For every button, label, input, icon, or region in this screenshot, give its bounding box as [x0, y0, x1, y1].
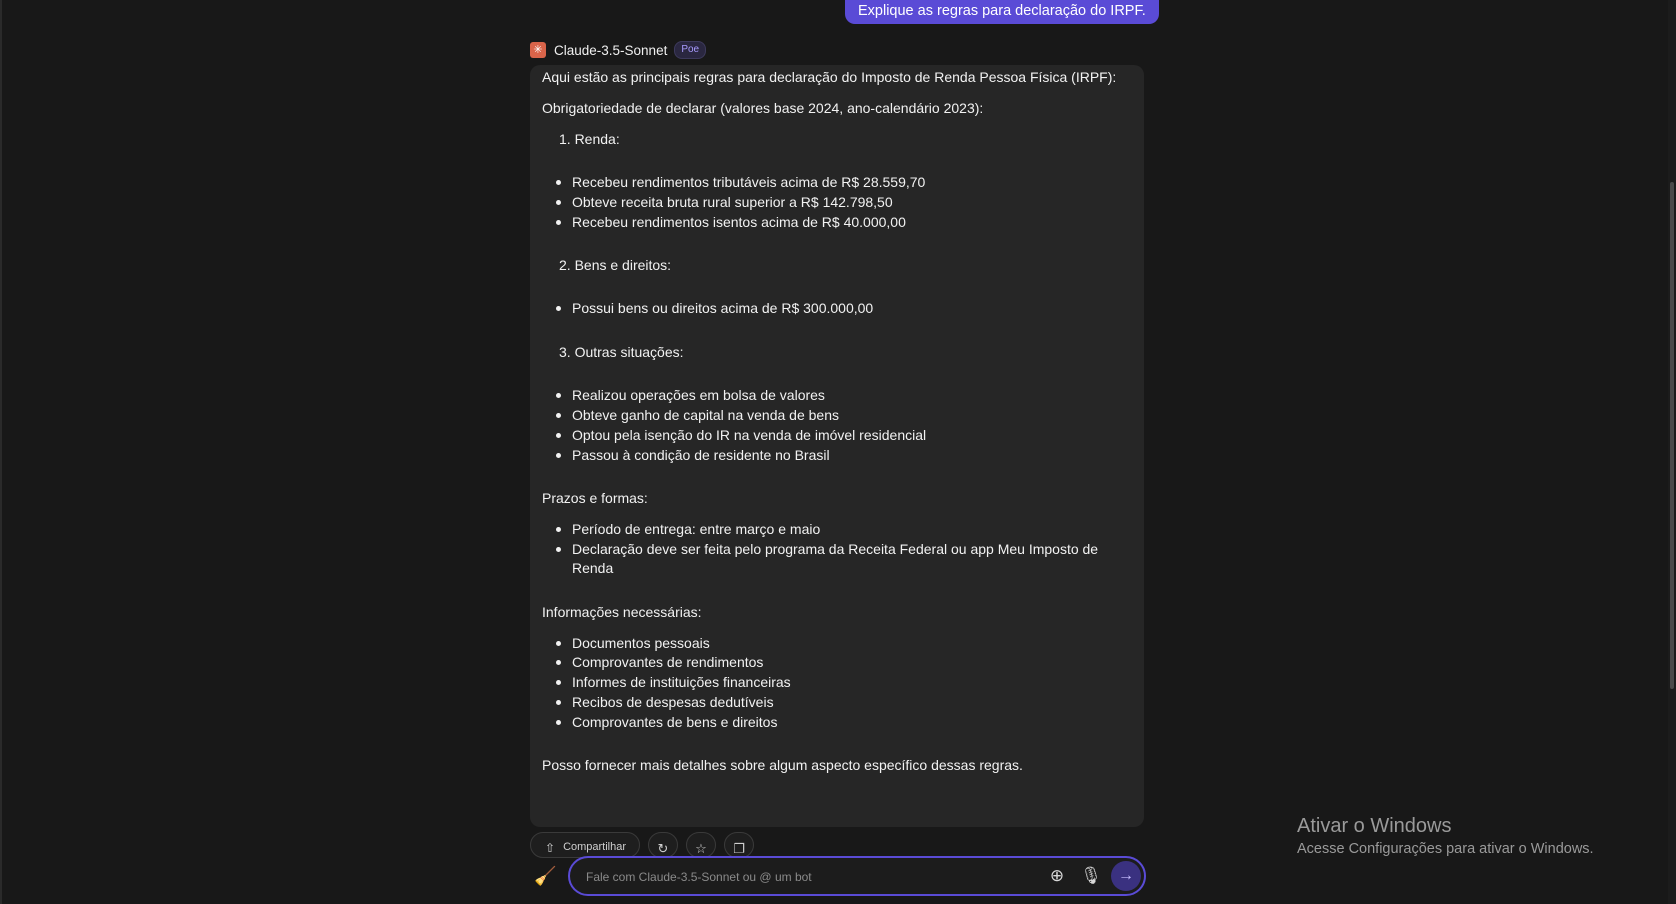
section-heading: 2. Bens e direitos:	[559, 257, 672, 273]
section-heading: 3. Outras situações:	[559, 344, 684, 360]
list-item: Obteve ganho de capital na venda de bens	[556, 407, 839, 423]
copy-icon: ❐	[733, 841, 745, 856]
chat-app: Explique as regras para declaração do IR…	[0, 0, 1676, 904]
clear-context-icon[interactable]: 🧹	[534, 865, 556, 887]
user-message-bubble: Explique as regras para declaração do IR…	[845, 0, 1159, 24]
share-icon: ⇧	[545, 841, 556, 855]
bot-avatar-icon[interactable]: ✳	[530, 42, 546, 58]
message-input[interactable]	[584, 866, 1028, 888]
microphone-icon[interactable]: 🎙	[1080, 865, 1102, 887]
message-composer: ⊕ 🎙 →	[568, 856, 1146, 896]
obrigatoriedade-heading: Obrigatoriedade de declarar (valores bas…	[542, 100, 984, 116]
list-item: Declaração deve ser feita pelo programa …	[555, 541, 1099, 557]
section-heading: 1. Renda:	[559, 131, 620, 147]
scrollbar-thumb[interactable]	[1670, 182, 1674, 689]
add-attachment-icon[interactable]: ⊕	[1046, 865, 1068, 887]
list-item: Recibos de despesas dedutíveis	[556, 694, 774, 710]
share-label: Compartilhar	[563, 841, 627, 853]
list-item: Obteve receita bruta rural superior a R$…	[556, 194, 893, 210]
list-item: Informes de instituições financeiras	[556, 674, 791, 690]
like-button[interactable]: ☆	[686, 832, 716, 858]
retry-button[interactable]: ↻	[648, 832, 678, 858]
share-button[interactable]: ⇧ Compartilhar	[530, 832, 640, 858]
list-item: Realizou operações em bolsa de valores	[556, 387, 825, 403]
copy-button[interactable]: ❐	[724, 832, 754, 858]
info-heading: Informações necessárias:	[542, 604, 702, 620]
prazos-heading: Prazos e formas:	[542, 490, 648, 506]
list-item: Documentos pessoais	[556, 635, 710, 651]
bot-header: ✳ Claude-3.5-Sonnet Poe	[530, 40, 707, 60]
list-item: Passou à condição de residente no Brasil	[556, 447, 830, 463]
list-item: Período de entrega: entre março e maio	[555, 521, 821, 537]
refresh-icon: ↻	[657, 841, 669, 856]
left-divider	[0, 0, 2, 904]
list-item: Comprovantes de bens e direitos	[555, 714, 778, 730]
list-item: Comprovantes de rendimentos	[555, 654, 764, 670]
thumbs-up-icon: ☆	[695, 841, 707, 856]
bot-response-bubble: Aqui estão as principais regras para dec…	[530, 65, 1144, 827]
list-item: Optou pela isenção do IR na venda de imó…	[555, 427, 927, 443]
list-item: Recebeu rendimentos isentos acima de R$ …	[556, 214, 906, 230]
poe-badge: Poe	[674, 41, 707, 59]
send-button[interactable]: →	[1111, 861, 1141, 891]
list-item-continuation: Renda	[572, 560, 614, 576]
response-intro: Aqui estão as principais regras para dec…	[542, 69, 1117, 85]
scrollbar[interactable]	[1668, 0, 1676, 904]
bot-name[interactable]: Claude-3.5-Sonnet	[554, 43, 667, 58]
windows-activation-subtitle: Acesse Configurações para ativar o Windo…	[1297, 841, 1594, 857]
response-closing: Posso fornecer mais detalhes sobre algum…	[542, 757, 1023, 773]
message-actions: ⇧ Compartilhar ↻ ☆ ❐	[530, 832, 754, 858]
windows-activation-title: Ativar o Windows	[1297, 815, 1452, 837]
arrow-right-icon: →	[1118, 867, 1134, 884]
list-item: Recebeu rendimentos tributáveis acima de…	[555, 174, 926, 190]
list-item: Possui bens ou direitos acima de R$ 300.…	[555, 300, 874, 316]
